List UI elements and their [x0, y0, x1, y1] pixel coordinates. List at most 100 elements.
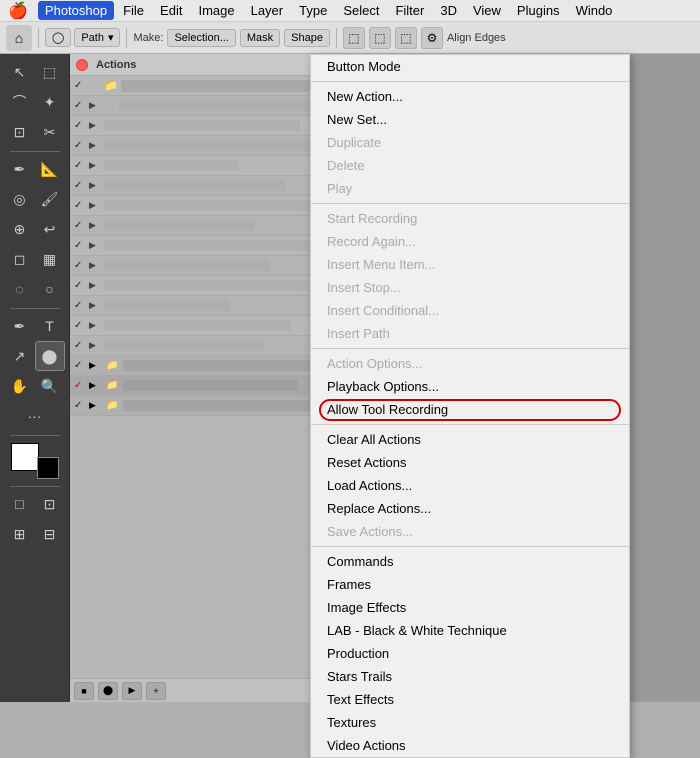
align-left-icon[interactable]: ⬚	[343, 27, 365, 49]
screen-mode[interactable]: ⊞	[6, 520, 34, 548]
menubar-image[interactable]: Image	[191, 1, 241, 20]
type-tool[interactable]: T	[36, 312, 64, 340]
home-button[interactable]: ⌂	[6, 25, 32, 51]
menu-lab-black-white[interactable]: LAB - Black & White Technique	[311, 619, 629, 642]
check-icon: ✓	[74, 240, 86, 251]
clone-stamp-tool[interactable]: ⊕	[6, 215, 34, 243]
menubar-plugins[interactable]: Plugins	[510, 1, 567, 20]
apple-menu[interactable]: 🍎	[8, 1, 28, 21]
distribute-icon[interactable]: ⬚	[395, 27, 417, 49]
tool-row-3: ⊡ ✂	[6, 118, 64, 146]
menu-production[interactable]: Production	[311, 642, 629, 665]
expand-icon: ▶	[89, 100, 101, 111]
menubar-type[interactable]: Type	[292, 1, 334, 20]
menu-text-effects[interactable]: Text Effects	[311, 688, 629, 711]
screen-mode-2[interactable]: ⊟	[36, 520, 64, 548]
menu-stars-trails[interactable]: Stars Trails	[311, 665, 629, 688]
menu-allow-tool-recording[interactable]: Allow Tool Recording	[311, 398, 629, 421]
check-icon: ✓	[74, 160, 86, 171]
menu-image-effects[interactable]: Image Effects	[311, 596, 629, 619]
add-button[interactable]: +	[146, 682, 166, 700]
folder-icon: 📁	[106, 380, 118, 391]
move-tool[interactable]: ↖	[6, 58, 34, 86]
menubar-filter[interactable]: Filter	[388, 1, 431, 20]
spot-heal-tool[interactable]: ◎	[6, 185, 34, 213]
action-bar	[104, 300, 230, 311]
menubar-select[interactable]: Select	[336, 1, 386, 20]
menu-button-mode[interactable]: Button Mode	[311, 55, 629, 78]
play-button[interactable]: ▶	[122, 682, 142, 700]
menu-sep-5	[311, 546, 629, 547]
tool-row-4: ✒ 📐	[6, 155, 64, 183]
menu-commands[interactable]: Commands	[311, 550, 629, 573]
lasso-tool[interactable]: ⌒	[6, 88, 34, 116]
menu-new-action[interactable]: New Action...	[311, 85, 629, 108]
menubar-layer[interactable]: Layer	[244, 1, 291, 20]
ellipse-tool[interactable]: ◯	[45, 28, 71, 47]
menu-load-actions[interactable]: Load Actions...	[311, 474, 629, 497]
tool-row-1: ↖ ⬚	[6, 58, 64, 86]
tool-sep-4	[10, 486, 60, 487]
eyedropper-tool[interactable]: ✒	[6, 155, 34, 183]
menu-insert-menu-item: Insert Menu Item...	[311, 253, 629, 276]
standard-mode[interactable]: □	[6, 490, 34, 518]
color-swatches	[11, 443, 59, 479]
tool-row-8: ◌ ○	[6, 275, 64, 303]
ruler-tool[interactable]: 📐	[36, 155, 64, 183]
marquee-tool[interactable]: ⬚	[36, 58, 64, 86]
eraser-tool[interactable]: ◻	[6, 245, 34, 273]
blur-tool[interactable]: ◌	[6, 275, 34, 303]
stop-button[interactable]: ■	[74, 682, 94, 700]
panel-close-button[interactable]	[76, 59, 88, 71]
history-brush-tool[interactable]: ↩	[36, 215, 64, 243]
shape-tool-active[interactable]: ⬤	[36, 342, 64, 370]
menu-video-actions[interactable]: Video Actions	[311, 734, 629, 757]
menubar-view[interactable]: View	[466, 1, 508, 20]
path-select-tool[interactable]: ↗	[6, 342, 34, 370]
menu-reset-actions[interactable]: Reset Actions	[311, 451, 629, 474]
main-area: ↖ ⬚ ⌒ ✦ ⊡ ✂ ✒ 📐 ◎ 🖌 ⊕ ↩ ◻ ▦ ◌ ○	[0, 54, 700, 702]
background-color[interactable]	[37, 457, 59, 479]
menu-sep-1	[311, 81, 629, 82]
pen-tool[interactable]: ✒	[6, 312, 34, 340]
brush-tool[interactable]: 🖌	[36, 185, 64, 213]
settings-button[interactable]: ⚙	[421, 27, 443, 49]
dodge-tool[interactable]: ○	[36, 275, 64, 303]
selection-button[interactable]: Selection...	[167, 29, 235, 47]
menu-textures[interactable]: Textures	[311, 711, 629, 734]
magic-wand-tool[interactable]: ✦	[36, 88, 64, 116]
menu-replace-actions[interactable]: Replace Actions...	[311, 497, 629, 520]
hand-tool[interactable]: ✋	[6, 372, 34, 400]
align-edges-label: Align Edges	[447, 32, 506, 44]
menu-sep-2	[311, 203, 629, 204]
align-right-icon[interactable]: ⬚	[369, 27, 391, 49]
gradient-tool[interactable]: ▦	[36, 245, 64, 273]
more-tools[interactable]: ···	[21, 402, 49, 430]
menu-action-options: Action Options...	[311, 352, 629, 375]
menu-playback-options[interactable]: Playback Options...	[311, 375, 629, 398]
crop-tool[interactable]: ⊡	[6, 118, 34, 146]
action-bar	[104, 180, 285, 191]
check-icon: ✓	[74, 200, 86, 211]
quick-mask-mode[interactable]: ⊡	[36, 490, 64, 518]
menu-clear-all-actions[interactable]: Clear All Actions	[311, 428, 629, 451]
record-button[interactable]: ⬤	[98, 682, 118, 700]
mask-label: Mask	[247, 32, 273, 44]
foreground-color[interactable]	[11, 443, 39, 471]
menubar-file[interactable]: File	[116, 1, 151, 20]
menubar-edit[interactable]: Edit	[153, 1, 189, 20]
zoom-tool[interactable]: 🔍	[36, 372, 64, 400]
check-icon: ✓	[74, 280, 86, 291]
menubar-3d[interactable]: 3D	[433, 1, 464, 20]
expand-icon: ▶	[89, 320, 101, 331]
slice-tool[interactable]: ✂	[36, 118, 64, 146]
mask-button[interactable]: Mask	[240, 29, 280, 47]
menubar-photoshop[interactable]: Photoshop	[38, 1, 114, 20]
shape-button[interactable]: Shape	[284, 29, 330, 47]
tool-row-11: ✋ 🔍	[6, 372, 64, 400]
action-bar	[104, 160, 239, 171]
path-dropdown[interactable]: Path ▾	[74, 28, 120, 47]
menu-new-set[interactable]: New Set...	[311, 108, 629, 131]
menubar-window[interactable]: Windo	[569, 1, 620, 20]
menu-frames[interactable]: Frames	[311, 573, 629, 596]
